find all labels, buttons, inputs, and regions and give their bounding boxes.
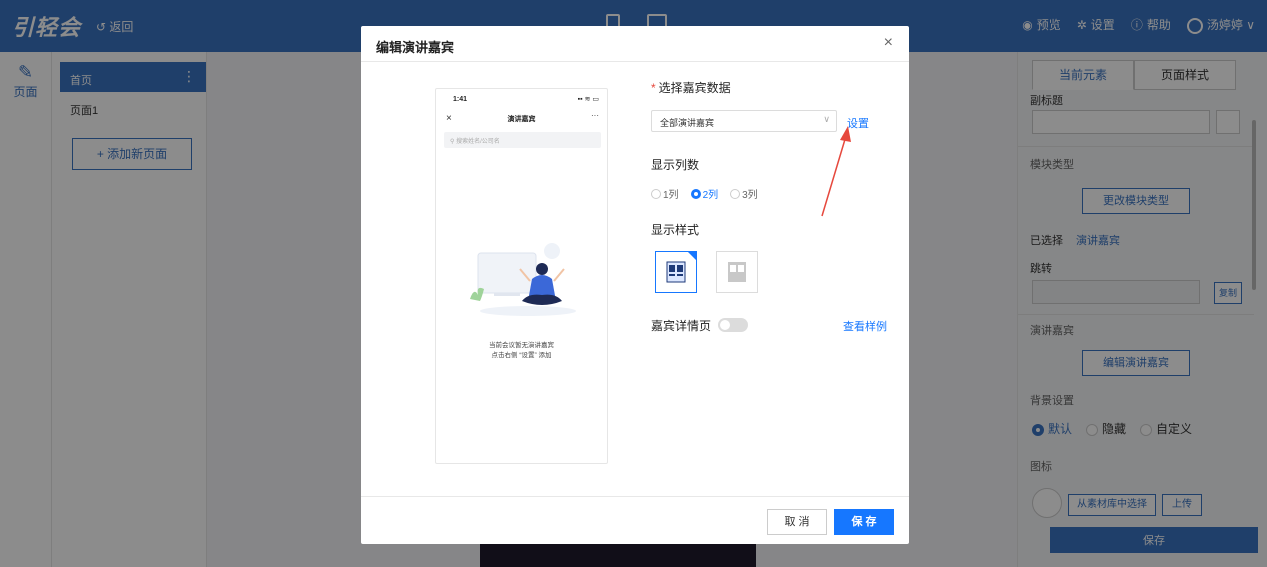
- modal-header: 编辑演讲嘉宾 ×: [361, 26, 909, 62]
- view-example-link[interactable]: 查看样例: [843, 318, 887, 334]
- radio-off-icon: [651, 189, 661, 199]
- radio-on-icon: [690, 189, 701, 199]
- selected-corner-icon: [688, 252, 696, 260]
- cancel-button[interactable]: 取 消: [767, 509, 827, 535]
- modal-title: 编辑演讲嘉宾: [376, 40, 455, 55]
- annotation-arrow-icon: [821, 126, 851, 217]
- column-option-2-label: 2列: [702, 190, 719, 201]
- phone-search-placeholder: 搜索姓名/公司名: [456, 139, 500, 145]
- detail-page-label: 嘉宾详情页: [651, 319, 712, 333]
- close-icon[interactable]: ×: [884, 34, 893, 52]
- phone-more-icon: ···: [591, 111, 599, 120]
- required-mark: *: [651, 81, 656, 95]
- phone-preview: 1:41 ▪▪ ≋ ▭ × 演讲嘉宾 ··· ⚲ 搜索姓名/公司名 当前会议暂无…: [435, 88, 608, 464]
- phone-search-bar: ⚲ 搜索姓名/公司名: [444, 132, 601, 148]
- column-option-3[interactable]: 3列: [730, 186, 758, 201]
- modal-footer: 取 消 保 存: [361, 496, 909, 544]
- search-icon: ⚲: [450, 139, 455, 145]
- columns-label: 显示列数: [651, 158, 700, 172]
- column-option-1-label: 1列: [663, 190, 679, 201]
- grid-list-icon: [728, 262, 746, 282]
- style-option-list[interactable]: [716, 251, 758, 293]
- style-label: 显示样式: [651, 223, 700, 237]
- phone-status-icons: ▪▪ ≋ ▭: [577, 96, 599, 103]
- speaker-data-select[interactable]: 全部演讲嘉宾 ∨: [651, 110, 837, 132]
- column-option-2[interactable]: 2列: [690, 186, 719, 201]
- toggle-knob: [720, 320, 730, 330]
- save-button[interactable]: 保 存: [834, 509, 894, 535]
- phone-time: 1:41: [453, 96, 468, 103]
- columns-options: 1列 2列 3列: [651, 186, 758, 201]
- column-option-1[interactable]: 1列: [651, 186, 679, 201]
- speaker-data-select-value: 全部演讲嘉宾: [660, 118, 715, 128]
- style-option-card[interactable]: [655, 251, 697, 293]
- phone-empty-text-2: 点击右侧 “设置” 添加: [491, 352, 552, 359]
- edit-speaker-modal: 编辑演讲嘉宾 × 1:41 ▪▪ ≋ ▭ × 演讲嘉宾 ··· ⚲ 搜索姓名/公…: [361, 26, 909, 544]
- select-data-label: * 选择嘉宾数据: [651, 79, 731, 96]
- empty-state-illustration: [470, 243, 576, 316]
- phone-title: 演讲嘉宾: [507, 116, 536, 123]
- phone-empty-text-1: 当前会议暂无演讲嘉宾: [489, 342, 554, 349]
- select-data-label-text: 选择嘉宾数据: [658, 81, 731, 95]
- radio-off-icon: [730, 189, 741, 199]
- detail-page-toggle[interactable]: [718, 318, 748, 332]
- column-option-3-label: 3列: [742, 190, 758, 201]
